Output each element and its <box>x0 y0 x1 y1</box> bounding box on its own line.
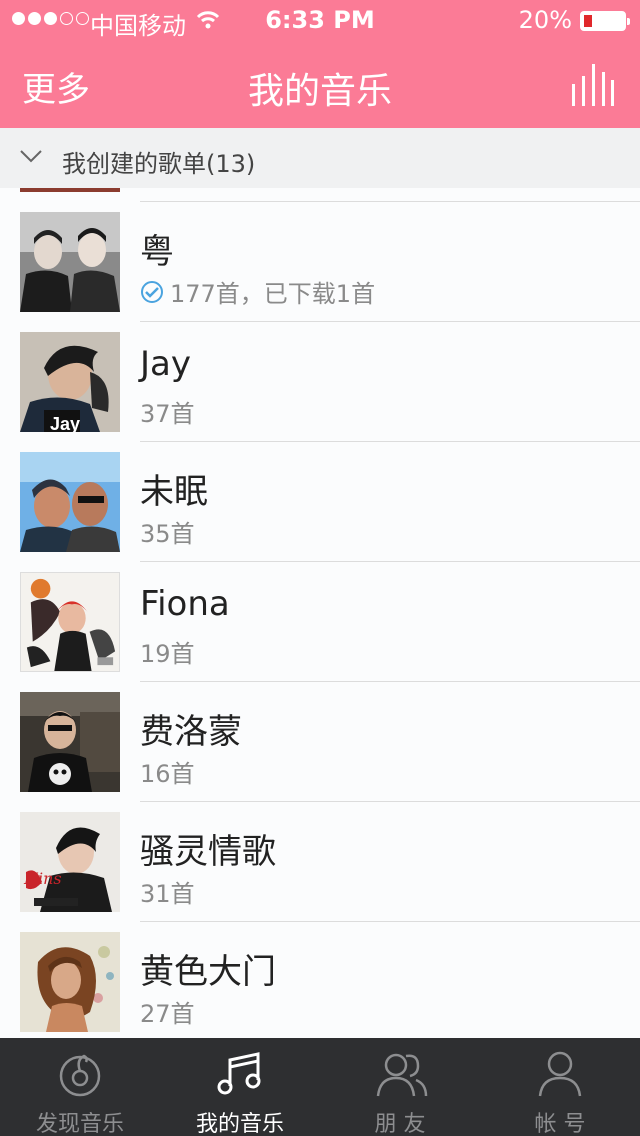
playlist-item[interactable] <box>0 548 640 682</box>
playlist-cover <box>20 452 120 552</box>
playlist-song-count: 37首 <box>140 400 195 428</box>
battery-icon <box>580 11 630 31</box>
playlist-song-count: 27首 <box>140 1000 195 1028</box>
playlist-title: Fiona <box>140 584 230 624</box>
tab-label: 朋 友 <box>374 1112 426 1136</box>
tab-bar: 发现音乐 我的音乐 朋 友 帐 号 <box>0 1038 640 1136</box>
playlist-song-count: 31首 <box>140 880 195 908</box>
playlist-subtitle: 37首 <box>140 394 195 429</box>
created-playlists-header[interactable]: 我创建的歌单(13) <box>0 128 640 188</box>
playlist-title: 未眠 <box>140 472 208 512</box>
playlist-title: 粤 <box>140 232 174 272</box>
playlist-list[interactable]: Jay Hins 粤 177首，已下载1首 Jay 37首 未眠 35首 Fio… <box>0 188 640 1038</box>
playlist-subtitle: 16首 <box>140 754 195 789</box>
playlist-title: 骚灵情歌 <box>140 832 276 872</box>
playlist-cover <box>20 932 120 1032</box>
playlist-title: Jay <box>140 344 191 384</box>
playlist-item[interactable] <box>0 428 640 562</box>
playlist-subtitle: 35首 <box>140 514 195 549</box>
downloaded-check-icon <box>141 280 163 303</box>
tab-label: 发现音乐 <box>35 1112 124 1136</box>
playlist-cover <box>20 572 120 672</box>
chevron-down-icon <box>20 150 42 163</box>
playlist-subtitle: 27首 <box>140 994 195 1029</box>
playlist-title: 黄色大门 <box>140 952 276 992</box>
playlist-song-count: 177首，已下载1首 <box>170 280 376 308</box>
playlist-cover <box>20 212 120 312</box>
playlist-item[interactable] <box>0 668 640 802</box>
tab-my-music[interactable]: 我的音乐 <box>160 1038 320 1136</box>
playlist-title: 费洛蒙 <box>140 712 242 752</box>
playlist-song-count: 35首 <box>140 520 195 548</box>
playlist-item[interactable]: Jay <box>0 308 640 442</box>
now-playing-icon[interactable] <box>570 64 614 106</box>
friends-icon <box>376 1053 428 1097</box>
music-note-icon <box>217 1052 261 1095</box>
playlist-item[interactable] <box>0 908 640 1032</box>
playlist-cover: Hins <box>20 812 120 912</box>
svg-text:Hins: Hins <box>23 869 62 888</box>
top-bar: 中国移动 6:33 PM 20% 更多 我的音乐 <box>0 0 640 128</box>
playlist-cover: Jay <box>20 332 120 432</box>
playlist-song-count: 16首 <box>140 760 195 788</box>
playlist-subtitle: 31首 <box>140 874 195 909</box>
discover-icon <box>59 1054 101 1097</box>
playlist-song-count: 19首 <box>140 640 195 668</box>
tab-account[interactable]: 帐 号 <box>480 1038 640 1136</box>
section-label: 我创建的歌单(13) <box>62 150 256 178</box>
account-icon <box>538 1051 582 1097</box>
playlist-subtitle: 19首 <box>140 634 195 669</box>
tab-discover-music[interactable]: 发现音乐 <box>0 1038 160 1136</box>
playlist-subtitle: 177首，已下载1首 <box>140 274 375 309</box>
page-title: 我的音乐 <box>247 71 392 112</box>
playlist-cover <box>20 692 120 792</box>
tab-friends[interactable]: 朋 友 <box>320 1038 480 1136</box>
status-bar: 中国移动 6:33 PM 20% <box>0 0 640 40</box>
playlist-item[interactable]: Hins <box>0 788 640 922</box>
tab-label: 我的音乐 <box>195 1112 284 1136</box>
battery-percent: 20% <box>518 6 572 34</box>
tab-label: 帐 号 <box>534 1112 586 1136</box>
